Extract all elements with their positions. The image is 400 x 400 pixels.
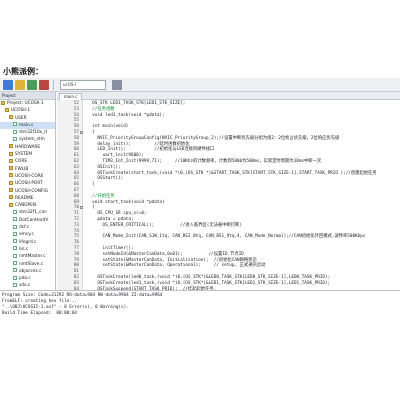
folder-icon bbox=[9, 144, 13, 149]
project-pane-title: Project bbox=[0, 92, 55, 100]
project-tree-item-label: SYSTEM bbox=[15, 152, 33, 158]
project-tree-item[interactable]: DotCanHardV bbox=[0, 217, 55, 224]
project-tree-item-label: README bbox=[15, 195, 34, 201]
file-icon bbox=[13, 136, 17, 141]
project-tree-item-label: nmtMaster.c bbox=[19, 254, 46, 260]
file-icon bbox=[13, 268, 17, 273]
tab-main-c[interactable]: main.c bbox=[59, 93, 83, 100]
file-icon bbox=[13, 239, 17, 244]
project-tree-item-label: UCOSII-PORT bbox=[15, 181, 43, 187]
project-tree-item[interactable]: sdo.c bbox=[0, 282, 55, 289]
project-tree-item-label: pdo.c bbox=[19, 276, 31, 282]
build-output-panel: Program Size: Code=31292 RO-data=904 RW-… bbox=[0, 290, 400, 348]
project-tree-item-label: CORE bbox=[15, 159, 28, 165]
file-icon bbox=[13, 261, 17, 266]
project-pane: Project Project: UCOSII-1 UCOSII-1 USER mai… bbox=[0, 92, 56, 290]
file-icon bbox=[13, 217, 17, 222]
project-tree-item[interactable]: lss.c bbox=[0, 246, 55, 253]
project-tree-item-label: stm32f10x_it bbox=[19, 130, 48, 136]
file-icon bbox=[13, 224, 17, 229]
project-tree-item[interactable]: nmtMaster.c bbox=[0, 253, 55, 260]
options-icon[interactable] bbox=[112, 80, 122, 90]
project-tree-item-label: main.c bbox=[19, 122, 34, 128]
project-tree-item[interactable]: pdo.c bbox=[0, 275, 55, 282]
project-tree-item-label: UCOSII-1 bbox=[11, 108, 31, 114]
project-tree-item[interactable]: UCOSII-CONFIG bbox=[0, 188, 55, 195]
project-tree-item-label: USER bbox=[15, 115, 27, 121]
project-tree-item[interactable]: FWLIB bbox=[0, 166, 55, 173]
project-tree-item[interactable]: CORE bbox=[0, 158, 55, 165]
new-file-icon[interactable] bbox=[3, 80, 13, 90]
folder-icon bbox=[9, 180, 13, 185]
toolbar-divider bbox=[53, 80, 54, 90]
project-tree-item[interactable]: UCOSII-1 bbox=[0, 107, 55, 114]
overlay-caption: 小熊派例： bbox=[3, 67, 43, 76]
project-tree-item[interactable]: CANOPEN bbox=[0, 202, 55, 209]
project-tree-item[interactable]: main.c bbox=[0, 121, 55, 130]
project-tree-item-label: stm32f1_can bbox=[19, 210, 47, 216]
project-tree-item-label: lss.c bbox=[19, 246, 29, 252]
project-tree-item-label: sdo.c bbox=[19, 283, 31, 289]
file-icon bbox=[13, 209, 17, 214]
project-tree-item[interactable]: Project: UCOSII-1 bbox=[0, 100, 55, 107]
project-tree: Project: UCOSII-1 UCOSII-1 USER main.c stm32… bbox=[0, 100, 55, 290]
folder-icon bbox=[5, 107, 9, 112]
project-tree-item[interactable]: objacces.c bbox=[0, 268, 55, 275]
project-tree-item[interactable]: UCOSII-PORT bbox=[0, 180, 55, 187]
project-tree-item-label: dcf.c bbox=[19, 225, 30, 231]
folder-icon bbox=[9, 202, 13, 207]
folder-icon bbox=[9, 158, 13, 163]
toolbar: ucOS-I bbox=[0, 78, 400, 92]
project-tree-item-label: CANOPEN bbox=[15, 203, 37, 209]
download-icon[interactable] bbox=[39, 80, 49, 90]
file-icon bbox=[13, 129, 17, 134]
project-tree-item-label: UCOSII-CONFIG bbox=[15, 188, 49, 194]
folder-icon bbox=[1, 100, 5, 105]
folder-icon bbox=[9, 188, 13, 193]
project-tree-item-label: DotCanHardV bbox=[19, 217, 49, 223]
project-tree-item[interactable]: SYSTEM bbox=[0, 151, 55, 158]
open-folder-icon[interactable] bbox=[15, 80, 25, 90]
project-tree-item[interactable]: emcy.c bbox=[0, 231, 55, 238]
project-tree-item[interactable]: lifegrd.c bbox=[0, 239, 55, 246]
project-tree-item-label: nmtSlave.c bbox=[19, 261, 44, 267]
ide-window: 小熊派例： ucOS-I Project Project: UCOSII-1 UC… bbox=[0, 0, 400, 400]
project-tree-item[interactable]: README bbox=[0, 195, 55, 202]
project-tree-item-label: objacces.c bbox=[19, 268, 42, 274]
file-icon bbox=[13, 122, 17, 127]
editor-tab-bar: main.c bbox=[57, 92, 400, 100]
project-tree-item-label: system_stm bbox=[19, 137, 45, 143]
file-icon bbox=[13, 246, 17, 251]
project-tree-item[interactable]: USER bbox=[0, 115, 55, 122]
fold-toggle-icon[interactable] bbox=[80, 131, 83, 134]
project-tree-item[interactable]: dcf.c bbox=[0, 224, 55, 231]
folder-icon bbox=[9, 173, 13, 178]
project-tree-item-label: Project: UCOSII-1 bbox=[7, 101, 44, 106]
project-tree-item-label: lifegrd.c bbox=[19, 239, 37, 245]
project-tree-item[interactable]: UCOSII-CORE bbox=[0, 173, 55, 180]
project-tree-item[interactable]: HARDWARE bbox=[0, 144, 55, 151]
build-output-line: Build Time Elapsed: 00:00:04 bbox=[2, 311, 78, 316]
folder-icon bbox=[9, 115, 13, 120]
folder-icon bbox=[9, 151, 13, 156]
project-tree-item[interactable]: stm32f1_can bbox=[0, 209, 55, 216]
folder-icon bbox=[9, 195, 13, 200]
project-tree-item-label: UCOSII-CORE bbox=[15, 173, 44, 179]
folder-icon bbox=[9, 166, 13, 171]
file-icon bbox=[13, 282, 17, 287]
file-icon bbox=[13, 231, 17, 236]
fold-toggle-icon[interactable] bbox=[80, 206, 83, 210]
file-icon bbox=[13, 275, 17, 280]
project-tree-item-label: emcy.c bbox=[19, 232, 34, 238]
target-select[interactable]: ucOS-I bbox=[60, 80, 106, 90]
project-tree-item-label: HARDWARE bbox=[15, 144, 41, 150]
project-tree-item[interactable]: system_stm bbox=[0, 136, 55, 143]
file-icon bbox=[13, 253, 17, 258]
build-icon[interactable] bbox=[27, 80, 37, 90]
code-editor[interactable]: 52 OS_STK LED1_TASK_STK[LED1_STK_SIZE]; 5… bbox=[57, 100, 400, 290]
project-tree-item-label: FWLIB bbox=[15, 166, 29, 172]
project-tree-item[interactable]: nmtSlave.c bbox=[0, 261, 55, 268]
project-tree-item[interactable]: stm32f10x_it bbox=[0, 129, 55, 136]
